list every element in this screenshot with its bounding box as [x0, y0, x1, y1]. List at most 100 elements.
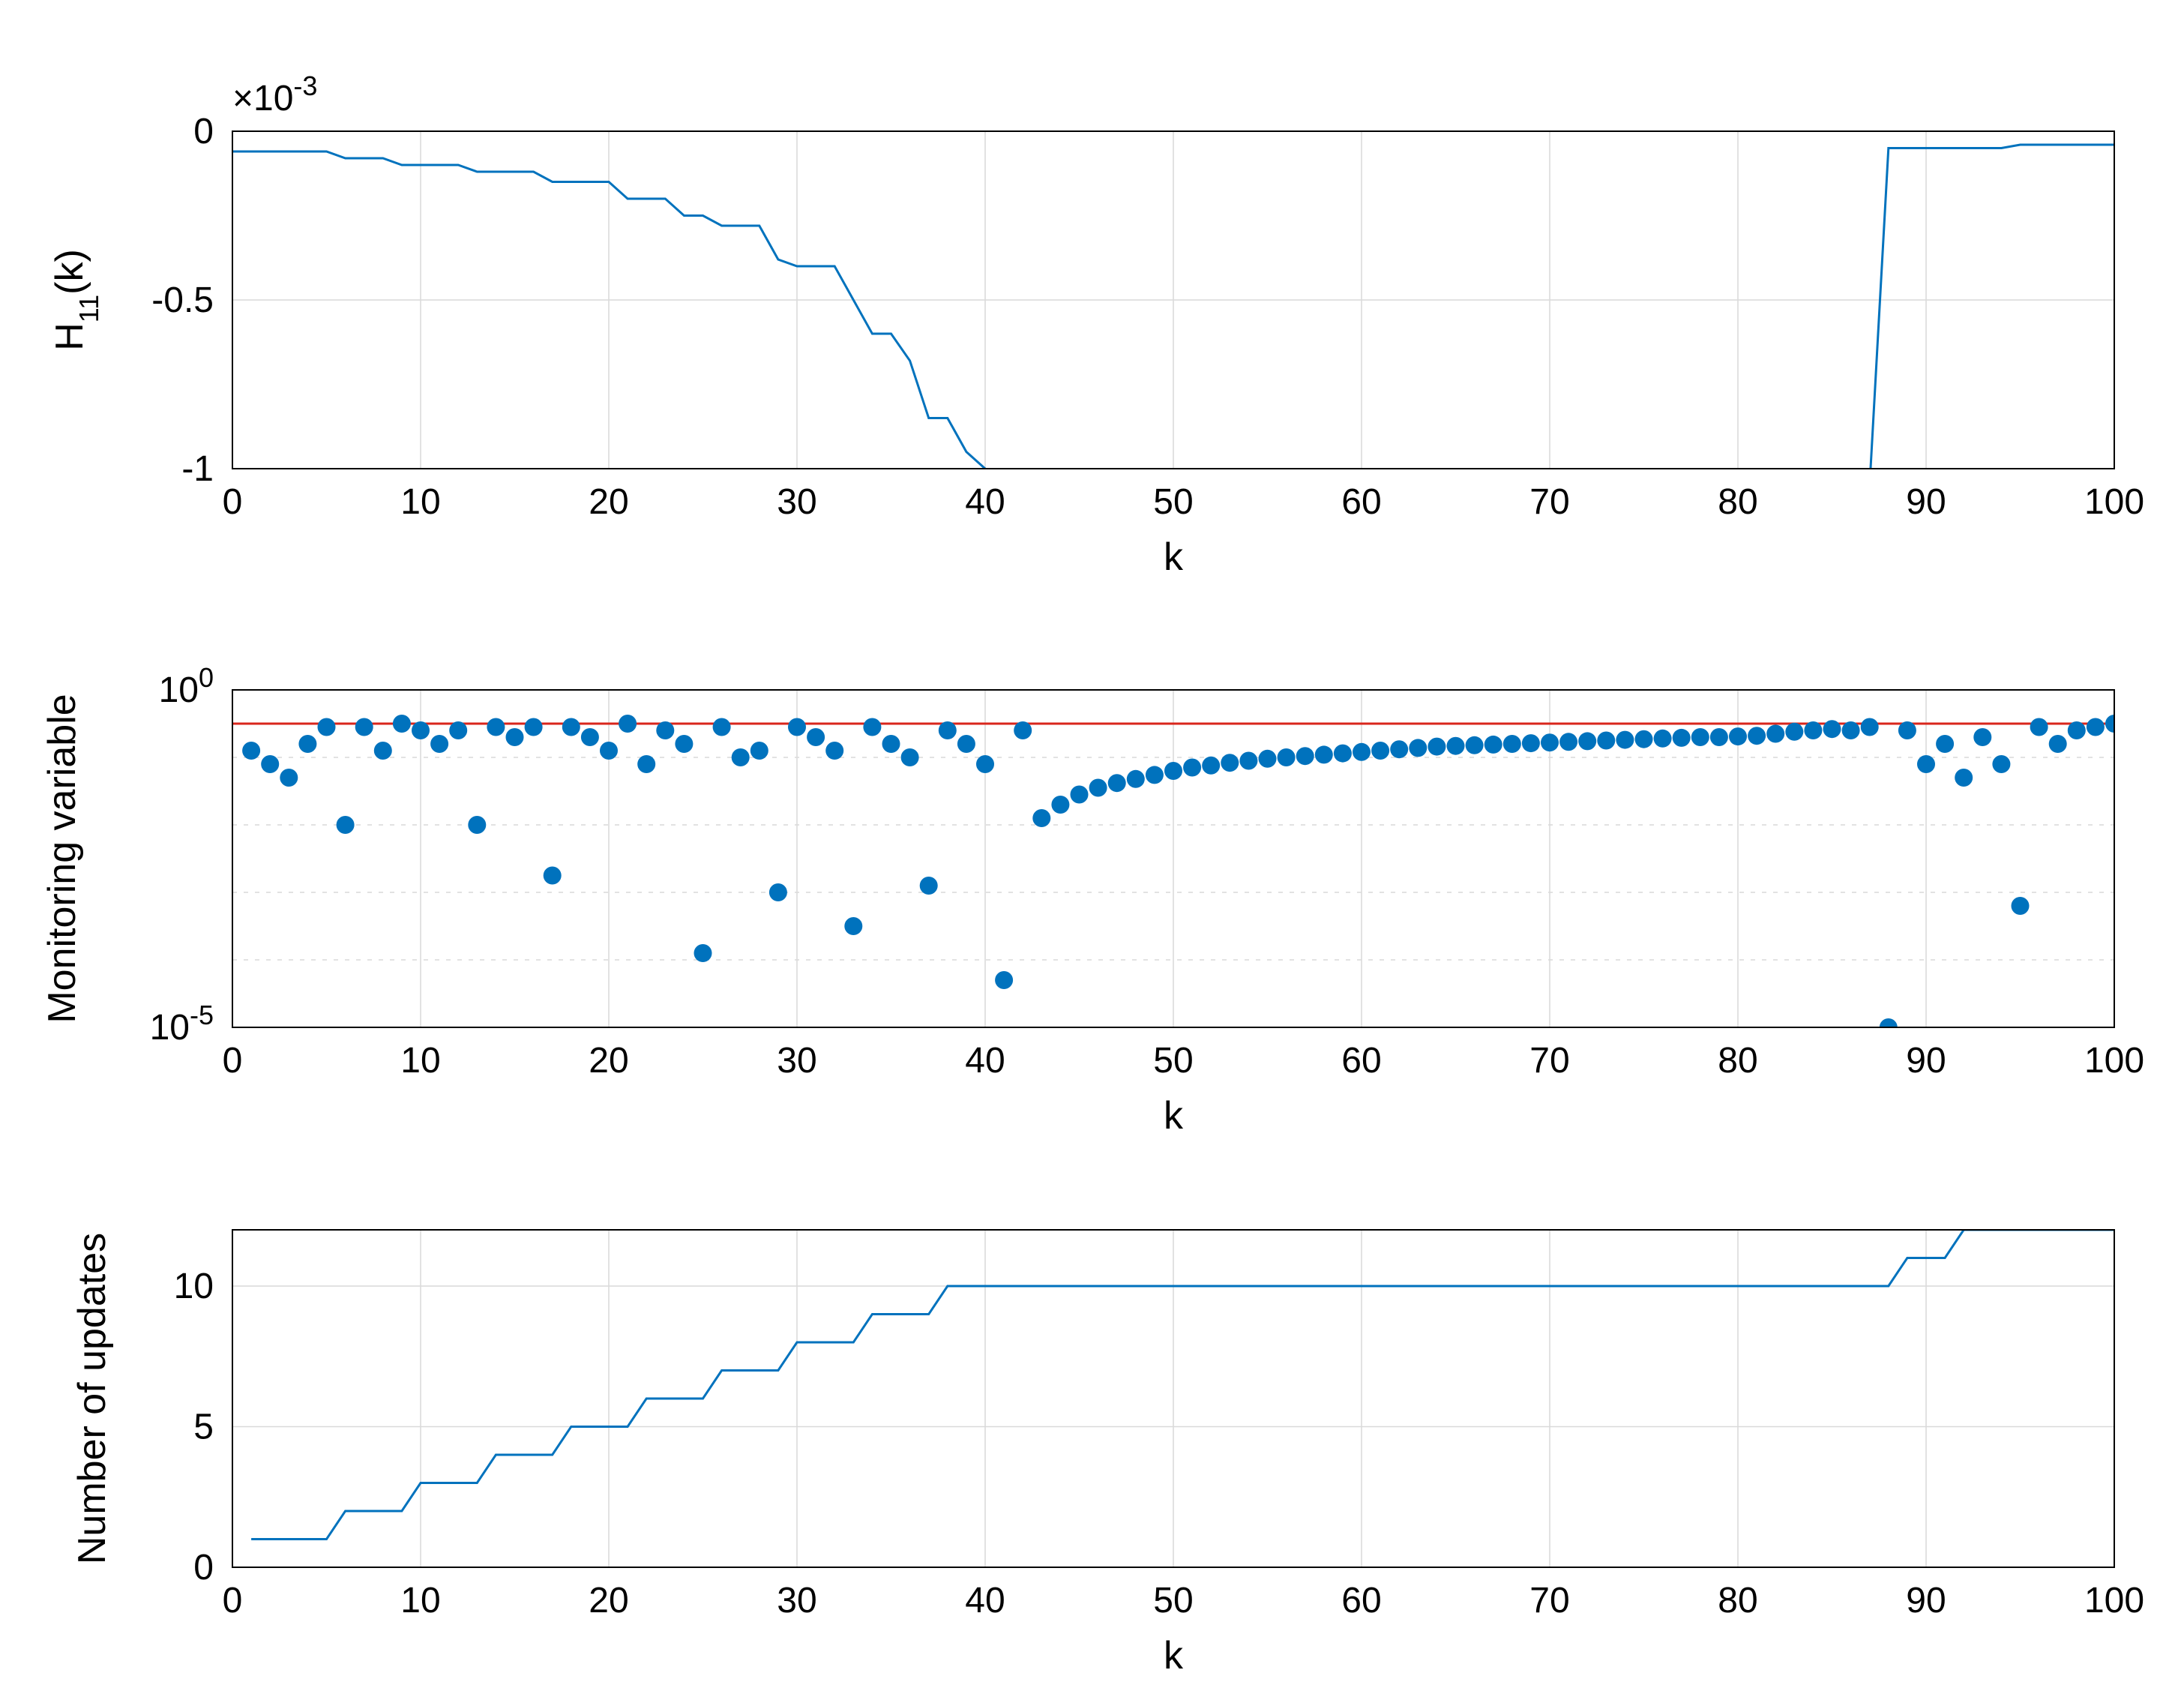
scatter-point — [1748, 727, 1766, 745]
xtick: 50 — [1153, 1041, 1193, 1081]
scatter-point — [1823, 720, 1841, 738]
scatter-point — [2012, 897, 2030, 915]
xtick: 30 — [777, 1581, 816, 1621]
scatter-point — [1861, 718, 1879, 736]
ylabel-h11: H11(k) — [48, 249, 104, 351]
scatter-point — [619, 715, 637, 733]
xtick: 60 — [1341, 1041, 1381, 1081]
updates-line — [251, 1230, 2114, 1540]
scatter-point — [468, 816, 486, 834]
scatter-point — [1221, 754, 1239, 772]
scatter-point — [1014, 721, 1032, 739]
scatter-point — [298, 735, 316, 753]
scatter-point — [600, 742, 618, 760]
scatter-point — [675, 735, 693, 753]
scatter-point — [1108, 774, 1126, 792]
xlabel: k — [1164, 1634, 1184, 1678]
scatter-point — [1390, 740, 1408, 758]
scatter-point — [656, 721, 674, 739]
scatter-point — [1278, 748, 1296, 766]
scatter-point — [1334, 745, 1352, 763]
scatter-point — [901, 748, 919, 766]
scatter-point — [1955, 769, 1973, 787]
scatter-point — [374, 742, 392, 760]
scatter-point — [1559, 733, 1577, 751]
scatter-point — [732, 748, 750, 766]
scatter-point — [1842, 721, 1860, 739]
figure: 0102030405060708090100-1-0.50kH11(k)×10-… — [0, 0, 2184, 1691]
scatter-point — [544, 867, 562, 885]
scatter-point — [1484, 736, 1502, 754]
xtick: 70 — [1529, 1041, 1569, 1081]
scatter-point — [2068, 721, 2086, 739]
scatter-point — [1032, 809, 1050, 827]
scatter-point — [1597, 732, 1615, 750]
xtick: 90 — [1906, 1581, 1946, 1621]
scatter-point — [1898, 721, 1916, 739]
scatter-point — [1127, 770, 1145, 788]
xtick: 10 — [400, 1041, 440, 1081]
scatter-point — [1785, 723, 1803, 741]
scatter-point — [355, 718, 373, 736]
scatter-point — [1296, 747, 1314, 765]
scatter-point — [1089, 779, 1107, 797]
xtick: 20 — [589, 1581, 628, 1621]
xtick: 80 — [1718, 1581, 1757, 1621]
scatter-point — [1051, 796, 1069, 814]
scatter-point — [1992, 755, 2010, 773]
xtick: 20 — [589, 482, 628, 522]
xtick: 100 — [2084, 1041, 2144, 1081]
xtick: 40 — [965, 1581, 1005, 1621]
scatter-point — [1371, 742, 1389, 760]
scatter-point — [1259, 750, 1277, 768]
plot-monitoring: 010203040506070809010010-5100kMonitoring… — [40, 662, 2144, 1138]
scatter-point — [1164, 762, 1182, 780]
scatter-point — [261, 755, 279, 773]
y-exponent: ×10-3 — [232, 70, 317, 119]
xtick: 0 — [223, 482, 243, 522]
scatter-point — [750, 742, 768, 760]
scatter-point — [920, 877, 938, 895]
scatter-point — [280, 769, 298, 787]
scatter-point — [1578, 732, 1596, 750]
scatter-point — [487, 718, 505, 736]
scatter-point — [581, 728, 599, 746]
xtick: 70 — [1529, 482, 1569, 522]
ytick: 10-5 — [150, 1000, 214, 1048]
scatter-point — [525, 718, 543, 736]
plot-h11: 0102030405060708090100-1-0.50kH11(k)×10-… — [48, 70, 2144, 580]
scatter-point — [1917, 755, 1935, 773]
scatter-point — [1239, 752, 1257, 770]
xtick: 100 — [2084, 482, 2144, 522]
scatter-point — [393, 715, 411, 733]
scatter-point — [863, 718, 881, 736]
scatter-point — [882, 735, 900, 753]
scatter-point — [1202, 757, 1220, 775]
scatter-point — [844, 917, 862, 935]
xtick: 80 — [1718, 1041, 1757, 1081]
scatter-point — [449, 721, 467, 739]
xtick: 50 — [1153, 1581, 1193, 1621]
scatter-point — [788, 718, 806, 736]
ytick: 100 — [159, 662, 214, 711]
scatter-point — [1804, 721, 1822, 739]
ylabel-monitoring: Monitoring variable — [40, 694, 84, 1023]
scatter-point — [337, 816, 355, 834]
scatter-point — [807, 728, 825, 746]
scatter-point — [1315, 745, 1333, 763]
xtick: 30 — [777, 482, 816, 522]
scatter-point — [1466, 736, 1484, 754]
scatter-point — [1673, 729, 1691, 747]
scatter-point — [1654, 730, 1672, 748]
xtick: 70 — [1529, 1581, 1569, 1621]
xtick: 20 — [589, 1041, 628, 1081]
xtick: 10 — [400, 1581, 440, 1621]
xtick: 90 — [1906, 482, 1946, 522]
scatter-point — [2049, 735, 2067, 753]
scatter-point — [1973, 728, 1991, 746]
scatter-point — [2030, 718, 2048, 736]
xtick: 30 — [777, 1041, 816, 1081]
scatter-point — [1183, 759, 1201, 777]
scatter-point — [1071, 786, 1089, 804]
scatter-point — [694, 944, 712, 962]
